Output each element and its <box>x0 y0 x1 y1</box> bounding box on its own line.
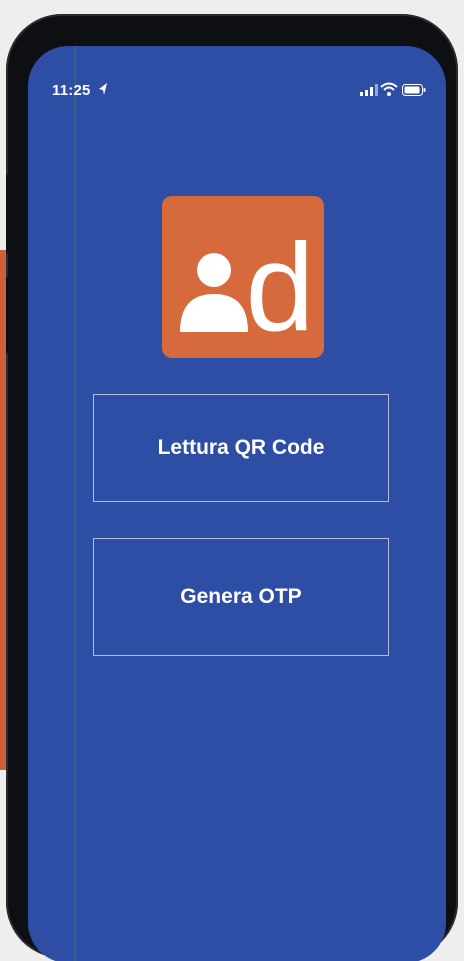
qr-code-reader-button[interactable]: Lettura QR Code <box>93 394 389 502</box>
cellular-signal-icon <box>360 84 378 96</box>
battery-icon <box>402 84 426 96</box>
photo-stage: 11:25 d Lettura QR Code Genera OTP <box>0 0 464 961</box>
volume-up-button <box>6 174 16 254</box>
app-logo: d <box>162 196 324 358</box>
phone-frame: 11:25 d Lettura QR Code Genera OTP <box>6 14 458 961</box>
location-arrow-icon <box>99 83 107 95</box>
app-screen: 11:25 d Lettura QR Code Genera OTP <box>28 46 446 961</box>
user-d-logo-icon: d <box>180 219 315 357</box>
screen-reflection-line <box>74 46 76 961</box>
generate-otp-button[interactable]: Genera OTP <box>93 538 389 656</box>
status-bar: 11:25 <box>28 46 446 99</box>
logo-letter: d <box>246 219 315 357</box>
status-time: 11:25 <box>52 82 91 99</box>
wifi-icon <box>380 82 398 96</box>
volume-down-button <box>6 276 16 354</box>
